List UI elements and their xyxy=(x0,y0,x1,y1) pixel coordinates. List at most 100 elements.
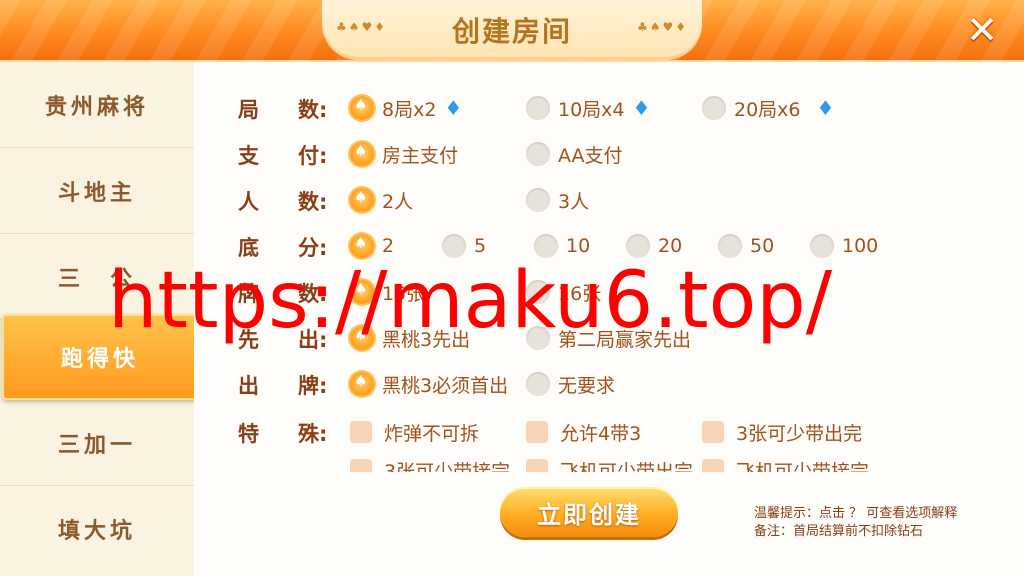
label-char: 付: xyxy=(298,144,328,168)
label-char: 牌 xyxy=(238,282,259,306)
label-char: 局 xyxy=(238,98,259,122)
sidebar-item-doudizhu[interactable]: 斗地主 xyxy=(0,148,194,234)
title-tab: ♣♠♥♦ 创建房间 ♣♠♥♦ xyxy=(322,0,702,60)
radio-icon xyxy=(526,96,550,120)
option-label: 黑桃3必须首出 xyxy=(382,374,509,397)
special-option-plane-finish[interactable]: 飞机可少带出完 xyxy=(526,456,693,472)
sidebar-item-label: 贵州麻将 xyxy=(44,94,149,120)
diamond-icon: ♦ xyxy=(444,96,463,120)
option-label: 8局x2 xyxy=(382,98,437,121)
row-card-count: 牌 数: 15张 16张 xyxy=(194,272,1014,312)
sidebar-item-label: 三加一 xyxy=(57,432,136,458)
base-option-100[interactable]: 100 xyxy=(810,232,878,260)
option-label: 3张可少带接完 xyxy=(384,460,511,473)
create-room-button[interactable]: 立即创建 xyxy=(500,487,678,537)
rounds-option-20[interactable]: 20局x6 ♦ xyxy=(702,94,834,122)
radio-icon xyxy=(810,234,834,258)
label-char: 分: xyxy=(298,236,328,260)
special-option-3less-follow[interactable]: 3张可少带接完 xyxy=(350,456,510,472)
base-option-5[interactable]: 5 xyxy=(442,232,486,260)
cards-option-16[interactable]: 16张 xyxy=(526,278,601,306)
sidebar-item-sangong[interactable]: 三 公 xyxy=(0,234,194,320)
play-option-none[interactable]: 无要求 xyxy=(526,370,615,398)
radio-icon xyxy=(702,96,726,120)
label-char: 特 xyxy=(238,422,259,446)
row-play-rule: 出 牌: 黑桃3必须首出 无要求 xyxy=(194,364,1014,404)
first-option-winner[interactable]: 第二局赢家先出 xyxy=(526,324,691,352)
radio-icon xyxy=(718,234,742,258)
sidebar-item-paodekuai[interactable]: 跑得快 xyxy=(2,314,198,400)
radio-selected-icon xyxy=(350,142,374,166)
sidebar-item-label: 三 公 xyxy=(57,266,136,292)
option-label: 2人 xyxy=(382,190,414,213)
special-option-plane-follow[interactable]: 飞机可少带接完 xyxy=(702,456,869,472)
option-label: 飞机可少带接完 xyxy=(736,460,870,473)
option-label: 第二局赢家先出 xyxy=(558,328,692,351)
tip-text: 温馨提示：点击 ？ 可查看选项解释 xyxy=(754,506,958,521)
sidebar-item-label: 跑得快 xyxy=(60,347,139,372)
label-char: 数: xyxy=(298,98,328,122)
rules-panel: 局数: 8局x2♦ 10局x4♦ 20局x6♦ 支付: 房主支付 AA支付 人数… xyxy=(194,62,1024,576)
base-option-50[interactable]: 50 xyxy=(718,232,774,260)
label-char: 出 xyxy=(238,374,259,398)
diamond-icon: ♦ xyxy=(816,96,835,120)
special-option-bomb[interactable]: 炸弹不可拆 xyxy=(350,418,479,446)
radio-selected-icon xyxy=(350,96,374,120)
checkbox-icon xyxy=(350,421,372,443)
first-option-spade3[interactable]: 黑桃3先出 xyxy=(350,324,470,352)
checkbox-icon xyxy=(350,459,372,472)
option-label: 10 xyxy=(566,235,591,257)
label-char: 支 xyxy=(238,144,259,168)
cards-option-15[interactable]: 15张 xyxy=(350,278,425,306)
row-rounds: 局 数: 8局x2 ♦ 10局x4 ♦ 20局x6 ♦ xyxy=(194,88,1014,128)
close-button[interactable]: ✕ xyxy=(956,6,1008,54)
radio-icon xyxy=(526,280,550,304)
rules-scroll-area[interactable]: 局数: 8局x2♦ 10局x4♦ 20局x6♦ 支付: 房主支付 AA支付 人数… xyxy=(194,62,1024,472)
row-pay: 支 付: 房主支付 AA支付 xyxy=(194,134,1014,174)
remark-text: 备注：首局结算前不扣除钻石 xyxy=(754,524,924,539)
row-first-play: 先 出: 黑桃3先出 第二局赢家先出 xyxy=(194,318,1014,358)
sidebar-item-tiandakeng[interactable]: 填大坑 xyxy=(0,486,194,572)
radio-selected-icon xyxy=(350,280,374,304)
base-option-20[interactable]: 20 xyxy=(626,232,682,260)
rounds-option-8[interactable]: 8局x2 ♦ xyxy=(350,94,462,122)
sidebar-item-label: 填大坑 xyxy=(57,519,136,544)
label-char: 先 xyxy=(238,328,259,352)
row-special: 特 殊: 炸弹不可拆 允许4带3 3张可少带出完 xyxy=(194,412,1014,452)
option-label: 5 xyxy=(474,235,487,257)
sidebar-item-sanjiayi[interactable]: 三加一 xyxy=(0,400,194,486)
special-option-3less-finish[interactable]: 3张可少带出完 xyxy=(702,418,862,446)
option-label: 20局x6 xyxy=(734,98,801,121)
option-label: 黑桃3先出 xyxy=(382,328,471,351)
radio-icon xyxy=(626,234,650,258)
suits-decoration-right: ♣♠♥♦ xyxy=(636,20,688,34)
option-label: 50 xyxy=(750,235,775,257)
special-option-4with3[interactable]: 允许4带3 xyxy=(526,418,641,446)
radio-icon xyxy=(526,326,550,350)
option-label: 15张 xyxy=(382,282,426,305)
sidebar-item-guizhou-mahjong[interactable]: 贵州麻将 xyxy=(0,62,194,148)
option-label: 16张 xyxy=(558,282,602,305)
close-icon: ✕ xyxy=(966,8,998,52)
label-char: 牌: xyxy=(298,374,328,398)
sidebar-item-label: 斗地主 xyxy=(57,180,136,206)
pay-option-owner[interactable]: 房主支付 xyxy=(350,140,458,168)
radio-icon xyxy=(442,234,466,258)
option-label: 无要求 xyxy=(558,374,616,397)
radio-selected-icon xyxy=(350,188,374,212)
label-char: 数: xyxy=(298,282,328,306)
option-label: 飞机可少带出完 xyxy=(560,460,694,473)
radio-selected-icon xyxy=(350,326,374,350)
label-char: 数: xyxy=(298,190,328,214)
base-option-10[interactable]: 10 xyxy=(534,232,590,260)
option-label: 100 xyxy=(842,235,879,257)
base-option-2[interactable]: 2 xyxy=(350,232,394,260)
diamond-icon: ♦ xyxy=(632,96,651,120)
play-option-spade3-must[interactable]: 黑桃3必须首出 xyxy=(350,370,508,398)
players-option-2[interactable]: 2人 xyxy=(350,186,413,214)
players-option-3[interactable]: 3人 xyxy=(526,186,589,214)
radio-icon xyxy=(526,372,550,396)
label-char: 底 xyxy=(238,236,259,260)
rounds-option-10[interactable]: 10局x4 ♦ xyxy=(526,94,650,122)
pay-option-aa[interactable]: AA支付 xyxy=(526,140,623,168)
